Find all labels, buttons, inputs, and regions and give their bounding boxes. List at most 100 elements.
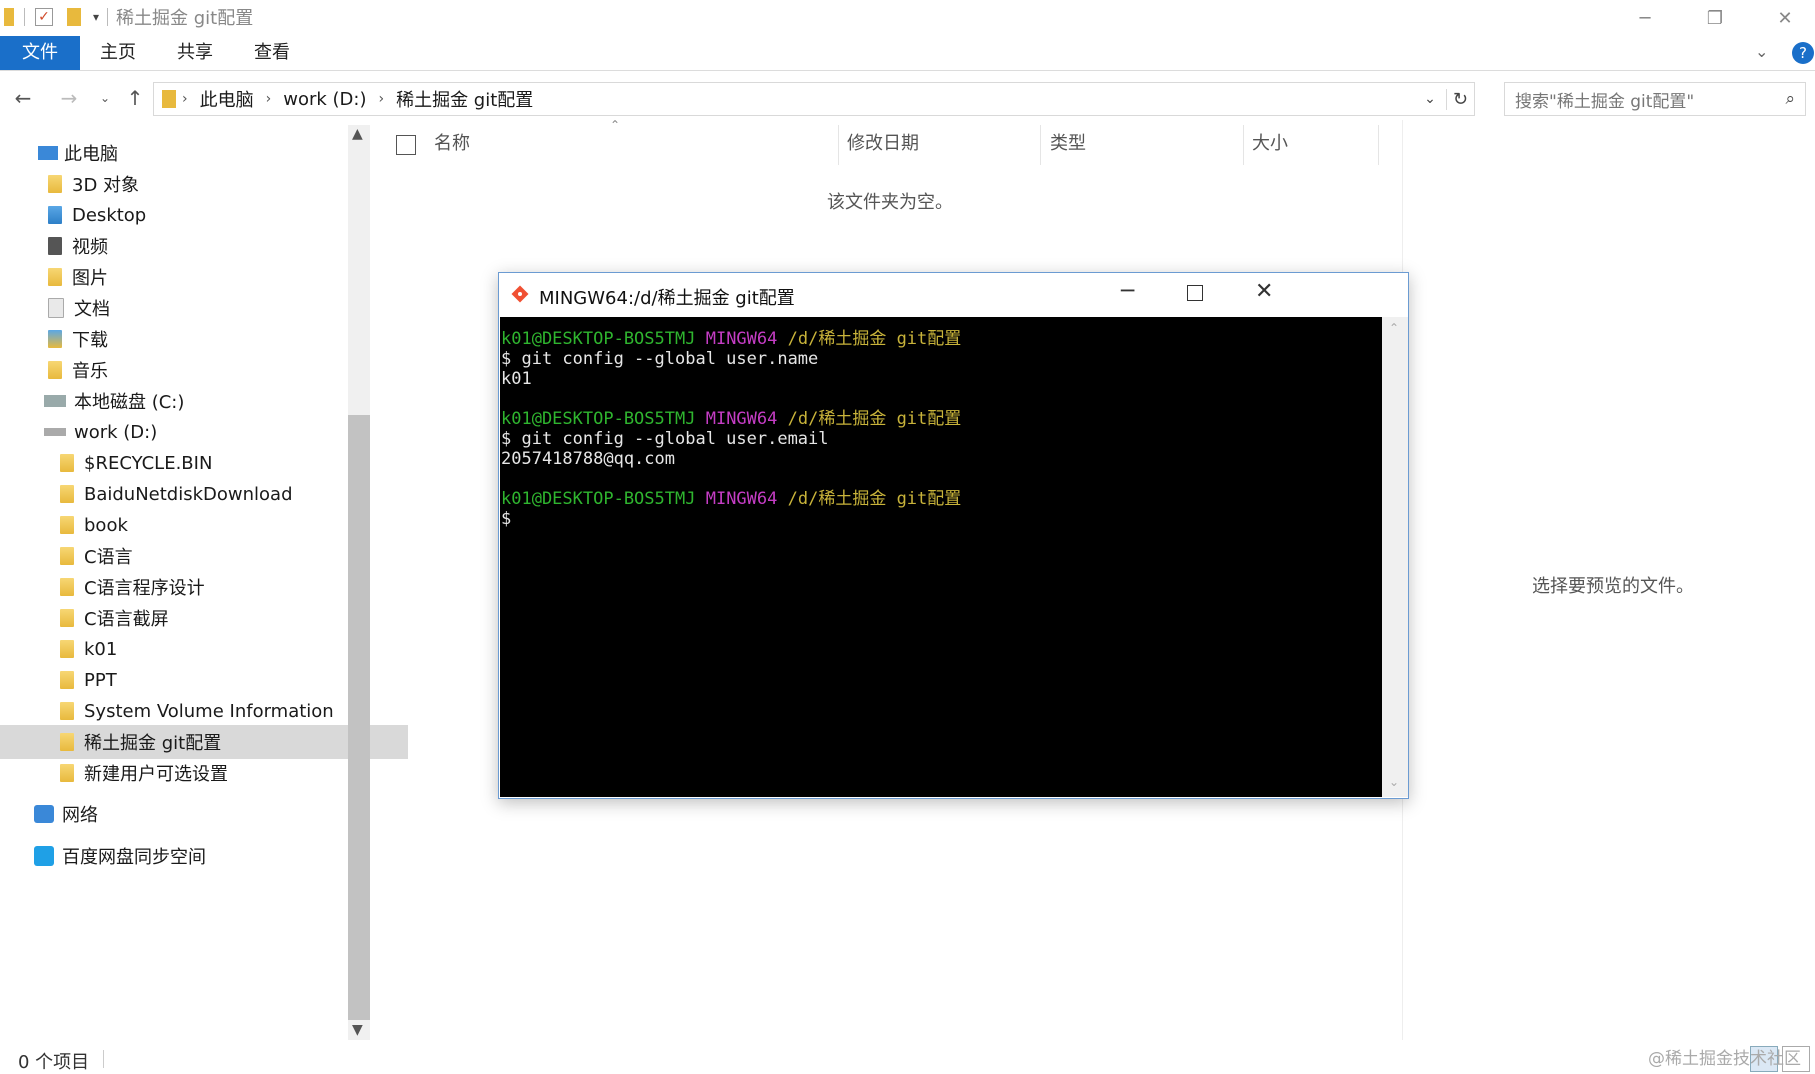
select-all-checkbox[interactable]: [396, 135, 416, 155]
sort-up-icon: ⌃: [610, 118, 621, 132]
desktop-folder-icon: [48, 206, 62, 224]
column-divider[interactable]: [1378, 125, 1379, 165]
refresh-icon[interactable]: ↻: [1445, 88, 1474, 110]
terminal-window[interactable]: MINGW64:/d/稀土掘金 git配置 ─ ✕ k01@DESKTOP-BO…: [498, 272, 1409, 799]
scroll-down-icon[interactable]: ▼: [352, 1022, 363, 1038]
nav-item-3d[interactable]: 3D 对象: [0, 167, 396, 201]
terminal-prompt-line: k01@DESKTOP-BOS5TMJ MINGW64 /d/稀土掘金 git配…: [501, 489, 962, 509]
terminal-title: MINGW64:/d/稀土掘金 git配置: [539, 288, 795, 309]
folder-icon: [60, 733, 74, 751]
nav-item-this-pc[interactable]: 此电脑: [0, 136, 386, 170]
terminal-title-bar[interactable]: MINGW64:/d/稀土掘金 git配置 ─ ✕: [499, 273, 1408, 317]
column-divider[interactable]: [1040, 125, 1041, 165]
empty-folder-text: 该文件夹为空。: [827, 192, 953, 213]
tab-view[interactable]: 查看: [242, 36, 302, 70]
breadcrumb-work-d[interactable]: work (D:): [283, 89, 366, 110]
tab-file[interactable]: 文件: [0, 36, 80, 70]
nav-item-folder-selected[interactable]: 稀土掘金 git配置: [0, 725, 408, 759]
nav-item-folder[interactable]: k01: [0, 632, 408, 666]
up-arrow-icon[interactable]: ↑: [120, 84, 150, 112]
terminal-close-button[interactable]: ✕: [1255, 279, 1273, 304]
breadcrumb-current[interactable]: 稀土掘金 git配置: [396, 86, 533, 112]
folder-icon: [60, 578, 74, 596]
terminal-command-line: $ git config --global user.email: [501, 429, 829, 449]
nav-item-folder[interactable]: PPT: [0, 663, 408, 697]
search-box[interactable]: 搜索"稀土掘金 git配置" ⌕: [1504, 82, 1806, 116]
nav-item-pictures[interactable]: 图片: [0, 260, 396, 294]
nav-scrollbar-thumb[interactable]: [348, 415, 370, 1020]
terminal-prompt-line: k01@DESKTOP-BOS5TMJ MINGW64 /d/稀土掘金 git配…: [501, 409, 962, 429]
chevron-right-icon: ›: [378, 91, 385, 107]
nav-item-network[interactable]: 网络: [0, 797, 382, 831]
nav-item-video[interactable]: 视频: [0, 229, 396, 263]
column-header-date[interactable]: 修改日期: [847, 125, 919, 163]
nav-item-folder[interactable]: 新建用户可选设置: [0, 756, 408, 790]
address-dropdown-icon[interactable]: ⌄: [1424, 91, 1436, 107]
chevron-right-icon: ›: [182, 91, 188, 107]
terminal-minimize-button[interactable]: ─: [1121, 279, 1134, 304]
nav-item-folder[interactable]: System Volume Information: [0, 694, 408, 728]
tab-share[interactable]: 共享: [165, 36, 225, 70]
pictures-folder-icon: [48, 268, 62, 286]
divider: [24, 8, 25, 26]
nav-item-drive-d[interactable]: work (D:): [0, 415, 392, 449]
back-arrow-icon[interactable]: ←: [8, 84, 38, 112]
music-folder-icon: [48, 361, 62, 379]
terminal-output-line: k01: [501, 369, 532, 389]
nav-item-folder[interactable]: C语言截屏: [0, 601, 408, 635]
divider: [107, 8, 109, 26]
terminal-scrollbar[interactable]: ⌃ ⌄: [1382, 317, 1408, 797]
nav-item-folder[interactable]: book: [0, 508, 408, 542]
quick-access-toolbar: ✓ ▾ 稀土掘金 git配置: [4, 6, 253, 29]
address-row: ← → ⌄ ↑ › 此电脑 › work (D:) › 稀土掘金 git配置 ⌄…: [0, 78, 1815, 118]
folder-icon: [162, 90, 176, 108]
nav-item-downloads[interactable]: 下载: [0, 322, 396, 356]
baidu-cloud-icon: [34, 846, 54, 866]
folder-icon: [60, 454, 74, 472]
video-folder-icon: [48, 237, 62, 255]
nav-item-music[interactable]: 音乐: [0, 353, 396, 387]
computer-icon: [38, 146, 58, 160]
nav-item-folder[interactable]: BaiduNetdiskDownload: [0, 477, 408, 511]
forward-arrow-icon[interactable]: →: [54, 84, 84, 112]
address-bar[interactable]: › 此电脑 › work (D:) › 稀土掘金 git配置 ⌄ ↻: [153, 82, 1475, 116]
new-folder-icon[interactable]: [67, 8, 81, 26]
search-input[interactable]: 搜索"稀土掘金 git配置": [1515, 87, 1785, 112]
drive-icon: [44, 428, 66, 436]
terminal-maximize-button[interactable]: [1187, 285, 1203, 301]
recent-locations-icon[interactable]: ⌄: [90, 84, 120, 112]
customize-dropdown-icon[interactable]: ▾: [93, 10, 99, 24]
column-header-type[interactable]: 类型: [1050, 125, 1086, 163]
search-icon[interactable]: ⌕: [1785, 89, 1795, 109]
column-divider[interactable]: [838, 125, 839, 165]
nav-item-desktop[interactable]: Desktop: [0, 198, 396, 232]
scroll-down-icon[interactable]: ⌄: [1389, 775, 1399, 789]
item-count: 0 个项目: [18, 1052, 90, 1073]
minimize-button[interactable]: ─: [1610, 0, 1680, 36]
nav-item-drive-c[interactable]: 本地磁盘 (C:): [0, 384, 392, 418]
tab-home[interactable]: 主页: [88, 36, 148, 70]
column-header-name[interactable]: 名称: [434, 125, 470, 163]
breadcrumb-this-pc[interactable]: 此电脑: [200, 86, 254, 112]
restore-button[interactable]: ❐: [1680, 0, 1750, 36]
drive-icon: [44, 395, 66, 407]
properties-check-icon[interactable]: ✓: [35, 8, 53, 26]
nav-item-documents[interactable]: 文档: [0, 291, 396, 325]
folder-icon: [60, 547, 74, 565]
column-header-size[interactable]: 大小: [1252, 125, 1288, 163]
terminal-output[interactable]: k01@DESKTOP-BOS5TMJ MINGW64 /d/稀土掘金 git配…: [500, 317, 1382, 797]
help-icon[interactable]: ?: [1792, 42, 1814, 64]
terminal-output-line: 2057418788@qq.com: [501, 449, 675, 469]
scroll-up-icon[interactable]: ▲: [352, 126, 363, 142]
title-bar: ✓ ▾ 稀土掘金 git配置 ─ ❐ ✕: [0, 0, 1815, 36]
scroll-up-icon[interactable]: ⌃: [1389, 321, 1399, 335]
nav-item-folder[interactable]: C语言程序设计: [0, 570, 408, 604]
column-divider[interactable]: [1243, 125, 1244, 165]
nav-item-folder[interactable]: $RECYCLE.BIN: [0, 446, 408, 480]
ribbon-tabs: 文件 主页 共享 查看 ⌄ ?: [0, 36, 1815, 71]
nav-item-baidu[interactable]: 百度网盘同步空间: [0, 839, 382, 873]
expand-ribbon-icon[interactable]: ⌄: [1755, 42, 1768, 61]
close-button[interactable]: ✕: [1750, 0, 1815, 36]
nav-item-folder[interactable]: C语言: [0, 539, 408, 573]
